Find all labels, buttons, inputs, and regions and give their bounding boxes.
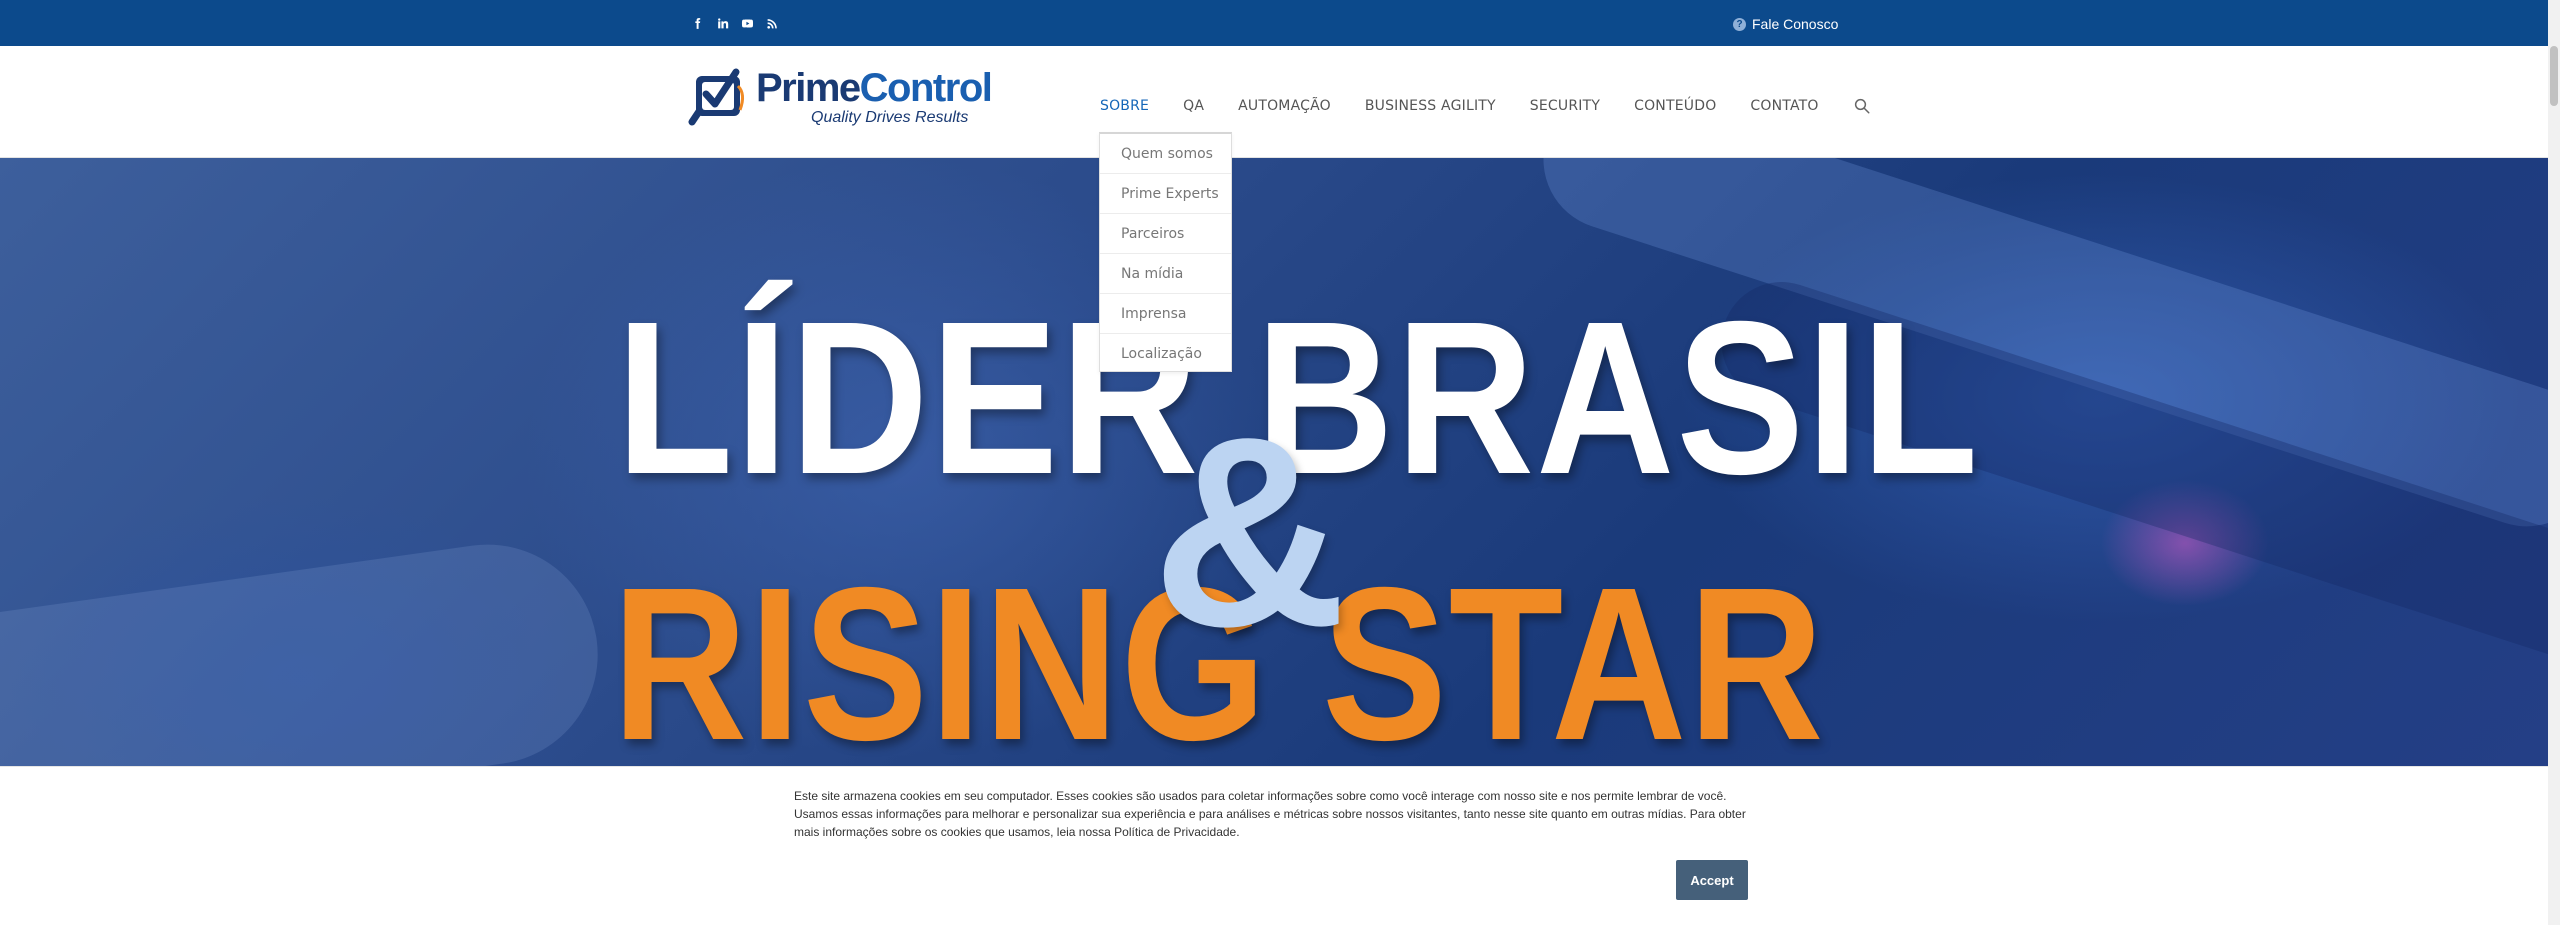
dropdown-item-prime-experts[interactable]: Prime Experts bbox=[1100, 174, 1231, 214]
accept-button[interactable]: Accept bbox=[1676, 860, 1748, 900]
logo-tagline: Quality Drives Results bbox=[811, 109, 969, 126]
search-icon[interactable] bbox=[1853, 97, 1871, 115]
logo[interactable]: PrimeControl Quality Drives Results bbox=[686, 64, 993, 128]
main-nav: SOBRE QA AUTOMAÇÃO BUSINESS AGILITY SECU… bbox=[1100, 94, 1871, 118]
question-icon: ? bbox=[1733, 17, 1746, 31]
nav-item-automacao[interactable]: AUTOMAÇÃO bbox=[1238, 98, 1331, 114]
rss-icon[interactable] bbox=[765, 14, 779, 32]
site-header: PrimeControl Quality Drives Results SOBR… bbox=[0, 46, 2548, 158]
dropdown-item-localizacao[interactable]: Localização bbox=[1100, 334, 1231, 374]
hero-background-shape bbox=[0, 530, 612, 766]
cookie-text: Este site armazena cookies em seu comput… bbox=[794, 789, 1746, 839]
nav-item-conteudo[interactable]: CONTEÚDO bbox=[1634, 98, 1716, 114]
logo-checkbox-icon bbox=[688, 68, 745, 126]
nav-item-qa[interactable]: QA bbox=[1183, 98, 1204, 114]
youtube-icon[interactable] bbox=[740, 14, 754, 32]
nav-item-business-agility[interactable]: BUSINESS AGILITY bbox=[1365, 98, 1496, 114]
contact-label: Fale Conosco bbox=[1752, 16, 1839, 32]
social-links bbox=[690, 14, 779, 32]
logo-name: PrimeControl bbox=[756, 66, 993, 110]
scrollbar-thumb[interactable] bbox=[2550, 46, 2558, 106]
hero-banner: LÍDER BRASIL RISING STAR & bbox=[0, 158, 2548, 766]
dropdown-item-na-midia[interactable]: Na mídia bbox=[1100, 254, 1231, 294]
dropdown-item-quem-somos[interactable]: Quem somos bbox=[1100, 134, 1231, 174]
dropdown-item-parceiros[interactable]: Parceiros bbox=[1100, 214, 1231, 254]
facebook-icon[interactable] bbox=[690, 14, 704, 32]
cookie-banner: Este site armazena cookies em seu comput… bbox=[0, 766, 2548, 925]
nav-item-security[interactable]: SECURITY bbox=[1530, 98, 1600, 114]
sobre-dropdown: Quem somos Prime Experts Parceiros Na mí… bbox=[1099, 132, 1232, 372]
dropdown-item-imprensa[interactable]: Imprensa bbox=[1100, 294, 1231, 334]
scrollbar[interactable] bbox=[2548, 0, 2560, 925]
nav-item-contato[interactable]: CONTATO bbox=[1750, 98, 1818, 114]
top-bar: ? Fale Conosco bbox=[0, 0, 2560, 46]
contact-link[interactable]: ? Fale Conosco bbox=[1733, 15, 1838, 33]
nav-item-sobre[interactable]: SOBRE bbox=[1100, 98, 1149, 114]
hero-ampersand: & bbox=[1152, 382, 1347, 683]
linkedin-icon[interactable] bbox=[715, 14, 729, 32]
